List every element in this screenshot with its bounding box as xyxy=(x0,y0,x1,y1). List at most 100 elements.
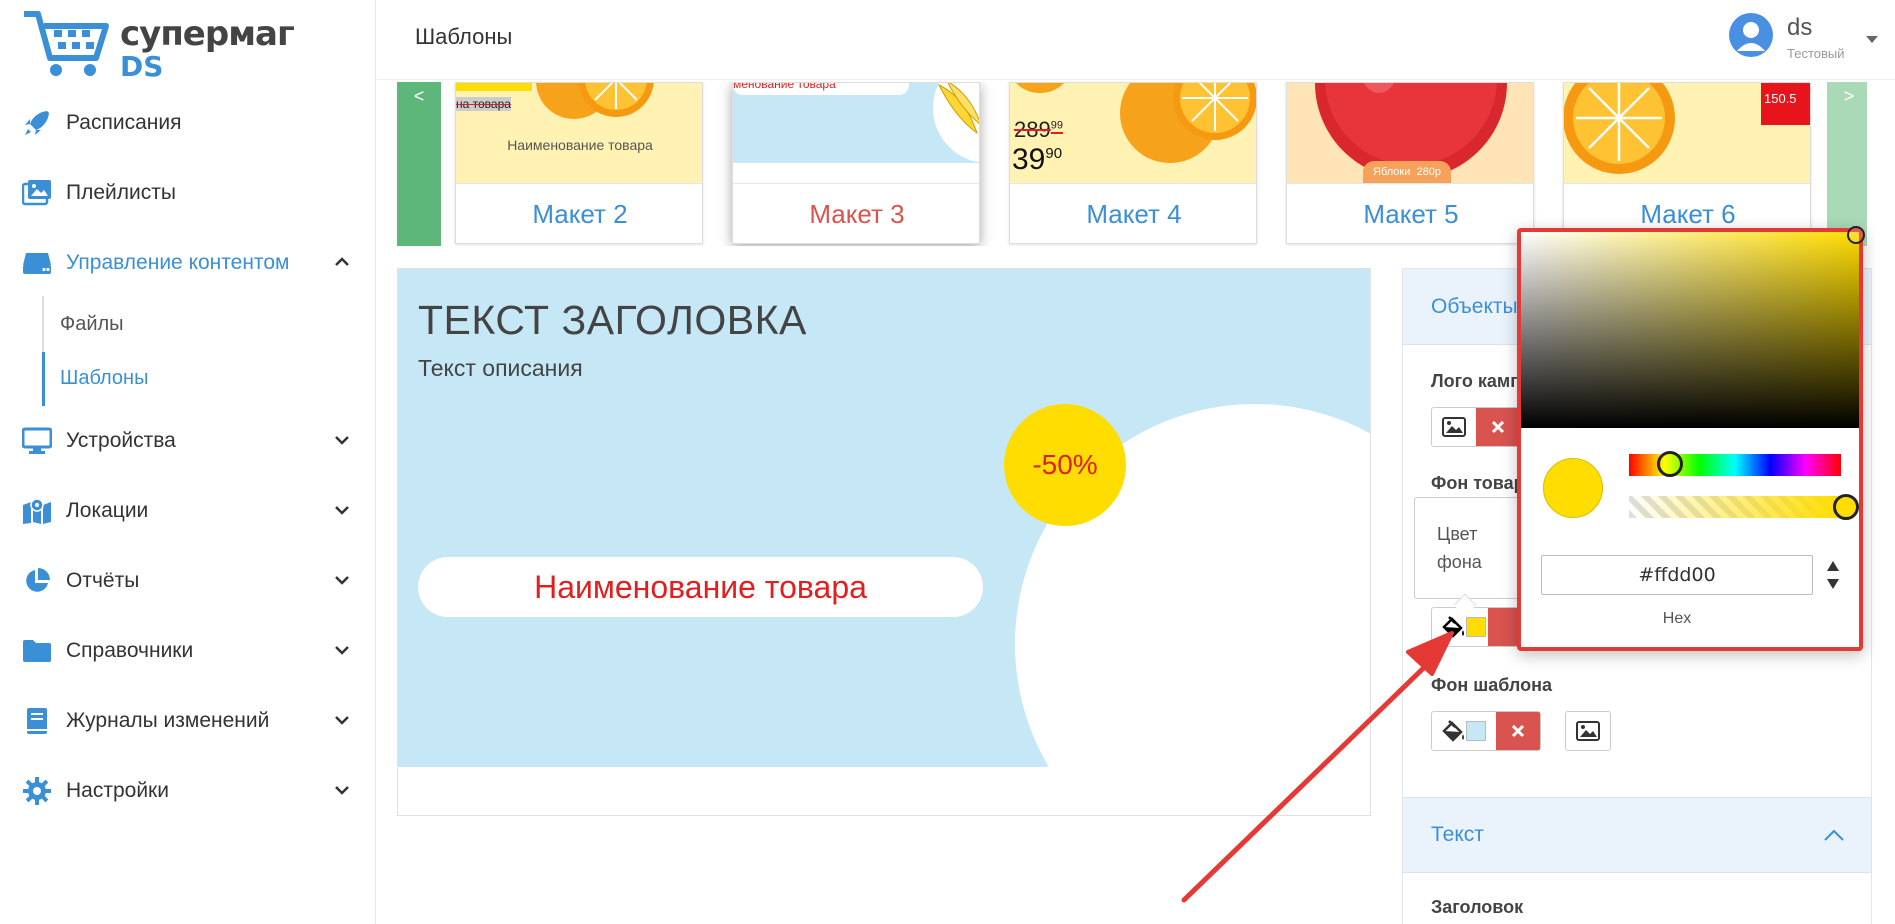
sidebar-item-directories[interactable]: Справочники xyxy=(0,624,376,678)
template-bg-color-swatch[interactable] xyxy=(1464,712,1488,750)
monitor-icon xyxy=(20,424,54,458)
sidebar-item-label: Отчёты xyxy=(66,569,140,592)
sidebar-item-label: Устройства xyxy=(66,429,176,452)
carousel-next-button[interactable]: > xyxy=(1827,82,1867,246)
format-toggle-icon[interactable] xyxy=(1825,557,1841,593)
hex-input[interactable]: #ffdd00 xyxy=(1541,555,1813,595)
text-accordion-header[interactable]: Текст xyxy=(1403,797,1871,873)
logo-title: супермаг xyxy=(120,14,295,54)
thumb-price-tag: Яблоки 280р xyxy=(1363,161,1451,183)
preview-description[interactable]: Текст описания xyxy=(418,355,583,382)
alpha-slider[interactable] xyxy=(1629,496,1841,518)
sidebar-subitem-templates[interactable]: Шаблоны xyxy=(60,367,148,390)
saturation-handle[interactable] xyxy=(1847,226,1865,244)
user-role: Тестовый xyxy=(1787,46,1845,61)
selected-color-preview xyxy=(1543,458,1603,518)
thumb-product-name: Наименование товара xyxy=(507,137,653,153)
sidebar-item-label: Расписания xyxy=(66,111,182,134)
chevron-down-icon xyxy=(335,506,349,515)
avatar[interactable] xyxy=(1729,13,1773,57)
cart-logo-icon xyxy=(24,11,109,76)
app-logo[interactable]: супермаг DS xyxy=(20,8,295,83)
carousel-prev-button[interactable]: < xyxy=(397,82,441,246)
heading-field-label: Заголовок xyxy=(1431,897,1524,917)
template-thumbnail: Яблоки 280р xyxy=(1287,83,1533,183)
discount-badge[interactable]: -50% xyxy=(1004,404,1126,526)
chevron-down-icon xyxy=(335,576,349,585)
sidebar-item-schedules[interactable]: Расписания xyxy=(0,96,376,150)
thumb-product-name: менование товара xyxy=(733,83,836,91)
thumb-old-price: 28999 xyxy=(1014,117,1063,143)
user-icon xyxy=(1737,22,1765,51)
top-header: Шаблоны ds Тестовый xyxy=(377,0,1895,80)
template-thumbnail: 28999 3990 xyxy=(1010,83,1256,183)
images-icon xyxy=(20,176,54,210)
sidebar-item-locations[interactable]: Локации xyxy=(0,484,376,538)
preview-canvas[interactable]: ТЕКСТ ЗАГОЛОВКА Текст описания -50% Наим… xyxy=(398,269,1370,767)
sidebar-item-label: Плейлисты xyxy=(66,181,176,204)
template-card-2[interactable]: на товара Наименование товара Макет 2 xyxy=(455,82,703,244)
chevron-down-icon xyxy=(335,436,349,445)
saturation-value-area[interactable] xyxy=(1521,232,1859,428)
product-name-label[interactable]: Наименование товара xyxy=(418,557,983,617)
preview-title[interactable]: ТЕКСТ ЗАГОЛОВКА xyxy=(418,297,807,344)
objects-accordion-title: Объекты xyxy=(1431,294,1518,318)
template-card-label: Макет 3 xyxy=(733,183,979,243)
hdd-icon xyxy=(20,246,54,280)
template-card-label: Макет 4 xyxy=(1010,183,1256,243)
caret-down-icon[interactable] xyxy=(1866,36,1878,43)
thumb-strike-text: на товара xyxy=(456,97,511,111)
remove-logo-button[interactable] xyxy=(1476,408,1520,446)
template-card-5[interactable]: Яблоки 280р Макет 5 xyxy=(1286,82,1534,244)
sidebar-item-content-management[interactable]: Управление контентом xyxy=(0,236,376,290)
color-picker-popup: #ffdd00 Hex xyxy=(1517,226,1865,651)
price-value: 39 xyxy=(1012,143,1046,176)
user-name[interactable]: ds xyxy=(1787,14,1812,42)
template-thumbnail: 150.5 xyxy=(1564,83,1810,183)
pie-chart-icon xyxy=(20,564,54,598)
sidebar-item-label: Справочники xyxy=(66,639,194,662)
image-icon xyxy=(1442,417,1466,437)
sidebar-item-devices[interactable]: Устройства xyxy=(0,414,376,468)
sidebar-item-label: Настройки xyxy=(66,779,169,802)
sidebar-item-settings[interactable]: Настройки xyxy=(0,764,376,818)
text-accordion-title: Текст xyxy=(1431,823,1484,846)
template-carousel: < на товара Наименование товара Макет 2 … xyxy=(397,82,1867,246)
page-title: Шаблоны xyxy=(415,24,513,49)
thumb-price-badge: 150.5 xyxy=(1761,83,1810,125)
price-cents: 90 xyxy=(1045,145,1063,162)
sidebar-item-label: Управление контентом xyxy=(66,251,290,274)
sidebar: супермаг DS Расписания Плейлисты Управле… xyxy=(0,0,376,924)
thumb-price-badge-text: 150.5 xyxy=(1764,91,1797,106)
sidebar-subitem-files[interactable]: Файлы xyxy=(60,313,124,336)
template-bg-field-label: Фон шаблона xyxy=(1431,675,1552,695)
alpha-slider-handle[interactable] xyxy=(1833,494,1859,520)
template-thumbnail: на товара Наименование товара xyxy=(456,83,702,183)
logo-subtitle: DS xyxy=(120,50,164,83)
chevron-down-icon xyxy=(335,716,349,725)
bg-color-tooltip: Цвет фона xyxy=(1414,497,1524,599)
old-price-value: 289 xyxy=(1014,117,1051,142)
template-card-label: Макет 2 xyxy=(456,183,702,243)
chevron-up-icon[interactable] xyxy=(1823,828,1845,842)
logo-button-group xyxy=(1431,407,1521,447)
map-icon xyxy=(20,494,54,528)
book-icon xyxy=(20,704,54,738)
gear-icon xyxy=(20,774,54,808)
old-price-cents: 99 xyxy=(1050,119,1063,132)
sidebar-item-reports[interactable]: Отчёты xyxy=(0,554,376,608)
submenu-active-marker xyxy=(42,352,45,406)
color-swatch xyxy=(1466,721,1486,741)
template-card-6[interactable]: 150.5 Макет 6 xyxy=(1563,82,1811,244)
clear-template-bg-button[interactable] xyxy=(1496,712,1540,750)
chevron-down-icon xyxy=(335,786,349,795)
template-bg-image-button[interactable] xyxy=(1565,711,1611,751)
template-card-4[interactable]: 28999 3990 Макет 4 xyxy=(1009,82,1257,244)
sidebar-item-label: Журналы изменений xyxy=(66,709,270,732)
template-preview: ТЕКСТ ЗАГОЛОВКА Текст описания -50% Наим… xyxy=(397,268,1371,816)
hue-slider-handle[interactable] xyxy=(1657,451,1683,477)
template-card-3[interactable]: менование товара Макет 3 xyxy=(732,82,980,244)
sidebar-item-playlists[interactable]: Плейлисты xyxy=(0,166,376,220)
upload-image-button[interactable] xyxy=(1432,408,1476,446)
sidebar-item-changelogs[interactable]: Журналы изменений xyxy=(0,694,376,748)
